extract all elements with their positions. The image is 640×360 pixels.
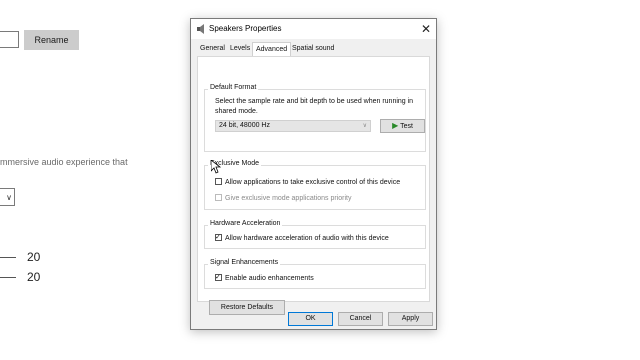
checkbox-box [215,194,222,201]
tab-advanced[interactable]: Advanced [252,42,292,57]
signal-enhancements-group: Signal Enhancements Enable audio enhance… [204,259,426,289]
allow-exclusive-control-checkbox[interactable]: Allow applications to take exclusive con… [215,178,400,186]
checkbox-box[interactable] [215,274,222,281]
default-format-description: Select the sample rate and bit depth to … [215,98,414,115]
speakers-properties-dialog: Speakers Properties ✕ General Levels Adv… [190,18,437,330]
advanced-tab-panel: Default Format Select the sample rate an… [197,56,430,315]
default-format-group: Default Format Select the sample rate an… [204,84,426,152]
slider-value: 20 [27,250,41,264]
sample-format-select[interactable]: 24 bit, 48000 Hz ∨ [215,120,371,132]
dialog-title: Speakers Properties [209,24,282,33]
spatial-description-text: mmersive audio experience that [0,157,128,167]
test-label: Test [400,123,413,130]
slider-track[interactable] [0,257,16,258]
enable-audio-enhancements-checkbox[interactable]: Enable audio enhancements [215,274,314,282]
title-bar[interactable]: Speakers Properties ✕ [191,19,436,39]
exclusive-mode-group: Exclusive Mode Allow applications to tak… [204,160,426,210]
checkbox-box[interactable] [215,234,222,241]
tab-general[interactable]: General [197,43,228,55]
test-button[interactable]: ▶ Test [380,119,425,133]
speaker-icon [197,24,204,34]
ok-button[interactable]: OK [288,312,333,326]
group-title: Signal Enhancements [208,259,281,266]
close-icon[interactable]: ✕ [418,21,434,37]
slider-value: 20 [27,270,41,284]
play-icon: ▶ [392,121,399,130]
checkbox-label: Give exclusive mode applications priorit… [225,195,352,202]
checkbox-label: Allow applications to take exclusive con… [225,179,401,186]
chevron-down-icon: ∨ [362,123,367,129]
selected-format: 24 bit, 48000 Hz [219,122,270,129]
checkbox-label: Enable audio enhancements [225,275,314,282]
chevron-down-icon: ∨ [6,192,12,202]
spatial-format-dropdown[interactable]: ∨ [0,188,15,206]
tab-levels[interactable]: Levels [227,43,253,55]
checkbox-box[interactable] [215,178,222,185]
slider-track[interactable] [0,277,16,278]
group-title: Hardware Acceleration [208,220,283,227]
give-priority-checkbox: Give exclusive mode applications priorit… [215,194,351,202]
cancel-button[interactable]: Cancel [338,312,383,326]
tab-spatial-sound[interactable]: Spatial sound [289,43,337,55]
allow-hardware-acceleration-checkbox[interactable]: Allow hardware acceleration of audio wit… [215,234,389,242]
checkbox-label: Allow hardware acceleration of audio wit… [225,235,389,242]
mouse-cursor-icon [211,160,221,174]
restore-defaults-button[interactable]: Restore Defaults [209,300,285,315]
group-title: Default Format [208,84,259,91]
rename-button[interactable]: Rename [24,30,79,50]
hardware-acceleration-group: Hardware Acceleration Allow hardware acc… [204,220,426,249]
name-input[interactable] [0,31,19,48]
apply-button[interactable]: Apply [388,312,433,326]
